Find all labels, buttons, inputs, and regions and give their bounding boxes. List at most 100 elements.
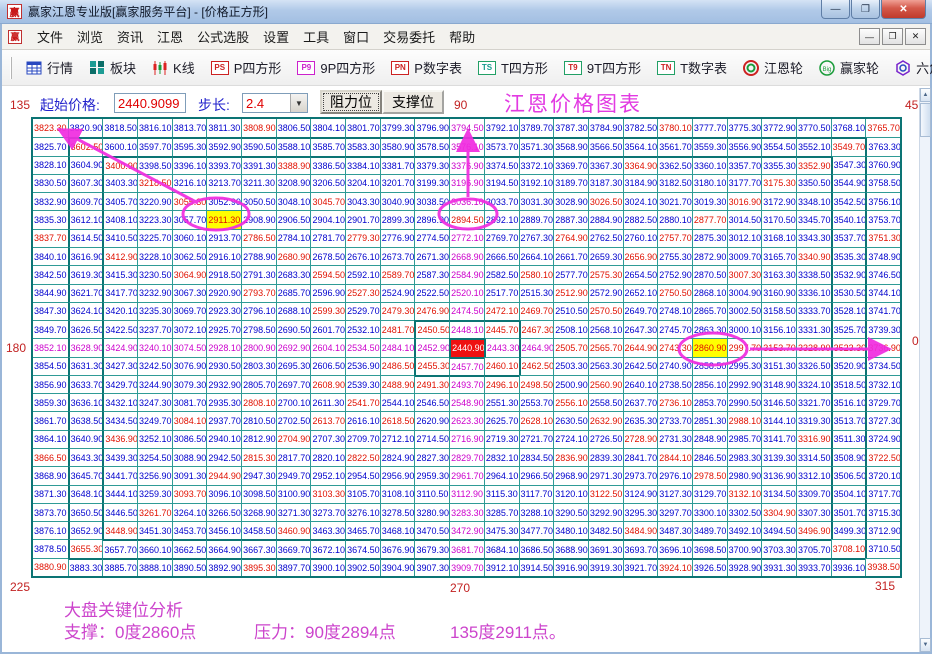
- price-cell[interactable]: 3381.70: [380, 156, 415, 174]
- price-cell[interactable]: 3420.10: [102, 302, 137, 320]
- price-cell[interactable]: 2817.70: [276, 448, 311, 466]
- price-cell[interactable]: 3156.10: [761, 320, 796, 338]
- price-cell[interactable]: 3206.50: [310, 174, 345, 192]
- menu-window[interactable]: 窗口: [336, 24, 376, 49]
- price-cell[interactable]: 3475.30: [484, 521, 519, 539]
- price-cell[interactable]: 3715.30: [865, 503, 900, 521]
- price-cell[interactable]: 3921.70: [623, 558, 658, 576]
- price-cell[interactable]: 2565.70: [588, 338, 623, 356]
- price-cell[interactable]: 2956.90: [380, 466, 415, 484]
- toolbar-9t-square[interactable]: T9 9T四方形: [556, 58, 649, 77]
- price-cell[interactable]: 2964.10: [484, 466, 519, 484]
- price-cell[interactable]: 3362.50: [657, 156, 692, 174]
- price-cell[interactable]: 3902.50: [345, 558, 380, 576]
- price-cell[interactable]: 2656.90: [623, 247, 658, 265]
- price-cell[interactable]: 2980.90: [727, 466, 762, 484]
- price-cell[interactable]: 2445.70: [484, 320, 519, 338]
- price-cell[interactable]: 3912.10: [484, 558, 519, 576]
- price-cell[interactable]: 2877.70: [692, 210, 727, 228]
- price-cell[interactable]: 3237.70: [137, 320, 172, 338]
- price-cell[interactable]: 2604.10: [310, 338, 345, 356]
- price-cell[interactable]: 2923.30: [206, 302, 241, 320]
- price-cell[interactable]: 3175.30: [761, 174, 796, 192]
- price-cell[interactable]: 3026.50: [588, 192, 623, 210]
- price-cell[interactable]: 3216.10: [172, 174, 207, 192]
- price-cell[interactable]: 2671.30: [414, 247, 449, 265]
- price-cell[interactable]: 2532.10: [345, 320, 380, 338]
- price-cell[interactable]: 3768.10: [831, 119, 866, 137]
- price-cell[interactable]: 2481.70: [380, 320, 415, 338]
- price-cell[interactable]: 2851.30: [692, 411, 727, 429]
- price-cell[interactable]: 3859.30: [33, 393, 68, 411]
- price-cell[interactable]: 3194.50: [484, 174, 519, 192]
- price-cell[interactable]: 3067.30: [172, 284, 207, 302]
- price-cell[interactable]: 3393.70: [206, 156, 241, 174]
- price-cell[interactable]: 2728.90: [623, 430, 658, 448]
- price-cell[interactable]: 2690.50: [276, 320, 311, 338]
- price-cell[interactable]: 3458.50: [241, 521, 276, 539]
- price-cell[interactable]: 3518.50: [831, 375, 866, 393]
- price-cell[interactable]: 2848.90: [692, 430, 727, 448]
- price-cell[interactable]: 3021.70: [657, 192, 692, 210]
- price-cell[interactable]: 2676.10: [345, 247, 380, 265]
- price-cell[interactable]: 3849.70: [33, 320, 68, 338]
- price-cell[interactable]: 3907.30: [414, 558, 449, 576]
- price-cell[interactable]: 2553.70: [519, 393, 554, 411]
- price-cell[interactable]: 3729.70: [865, 393, 900, 411]
- price-cell[interactable]: 2781.70: [310, 229, 345, 247]
- price-cell[interactable]: 3765.70: [865, 119, 900, 137]
- price-cell[interactable]: 3792.10: [484, 119, 519, 137]
- price-cell[interactable]: 3453.70: [172, 521, 207, 539]
- price-cell[interactable]: 2944.90: [206, 466, 241, 484]
- price-cell[interactable]: 3919.30: [588, 558, 623, 576]
- price-cell[interactable]: 2498.50: [519, 375, 554, 393]
- price-cell[interactable]: 2884.90: [588, 210, 623, 228]
- vertical-scrollbar[interactable]: ▲ ▼: [919, 88, 930, 652]
- price-cell[interactable]: 2904.10: [310, 210, 345, 228]
- price-cell[interactable]: 3820.90: [68, 119, 103, 137]
- price-cell[interactable]: 2805.70: [241, 375, 276, 393]
- price-cell[interactable]: 3616.90: [68, 247, 103, 265]
- price-cell[interactable]: 3650.50: [68, 503, 103, 521]
- price-cell[interactable]: 2637.70: [623, 393, 658, 411]
- price-cell[interactable]: 3895.30: [241, 558, 276, 576]
- price-cell[interactable]: 3760.90: [865, 156, 900, 174]
- price-cell[interactable]: 3780.10: [657, 119, 692, 137]
- price-cell[interactable]: 2911.30: [206, 210, 241, 228]
- price-cell[interactable]: 2846.50: [692, 448, 727, 466]
- price-cell[interactable]: 2983.30: [727, 448, 762, 466]
- price-cell[interactable]: 3340.90: [796, 247, 831, 265]
- price-cell[interactable]: 3787.30: [553, 119, 588, 137]
- price-cell[interactable]: 3170.50: [761, 210, 796, 228]
- price-cell[interactable]: 3240.10: [137, 338, 172, 356]
- price-cell[interactable]: 2496.10: [484, 375, 519, 393]
- price-cell[interactable]: 3324.10: [796, 375, 831, 393]
- price-cell[interactable]: 2512.90: [553, 284, 588, 302]
- price-cell[interactable]: 3844.90: [33, 284, 68, 302]
- price-cell[interactable]: 3014.50: [727, 210, 762, 228]
- price-cell[interactable]: 3422.50: [102, 320, 137, 338]
- price-cell[interactable]: 2930.50: [206, 357, 241, 375]
- price-cell[interactable]: 3273.70: [310, 503, 345, 521]
- price-cell[interactable]: 3624.10: [68, 302, 103, 320]
- price-cell[interactable]: 3801.70: [345, 119, 380, 137]
- price-cell[interactable]: 3837.70: [33, 229, 68, 247]
- price-cell[interactable]: 3744.10: [865, 284, 900, 302]
- price-cell[interactable]: 3578.50: [414, 137, 449, 155]
- price-cell[interactable]: 3451.30: [137, 521, 172, 539]
- price-cell[interactable]: 3645.70: [68, 466, 103, 484]
- price-cell[interactable]: 3794.50: [449, 119, 484, 137]
- price-cell[interactable]: 2954.50: [345, 466, 380, 484]
- price-cell[interactable]: 3537.70: [831, 229, 866, 247]
- price-cell[interactable]: 3136.90: [761, 466, 796, 484]
- price-cell[interactable]: 3535.30: [831, 247, 866, 265]
- price-cell[interactable]: 3892.90: [206, 558, 241, 576]
- price-cell[interactable]: 3184.90: [623, 174, 658, 192]
- price-cell[interactable]: 3828.10: [33, 156, 68, 174]
- price-cell[interactable]: 2808.10: [241, 393, 276, 411]
- price-cell[interactable]: 3700.90: [727, 539, 762, 557]
- price-cell[interactable]: 2587.30: [414, 265, 449, 283]
- price-cell[interactable]: 3614.50: [68, 229, 103, 247]
- price-cell[interactable]: 3062.50: [172, 247, 207, 265]
- price-cell[interactable]: 3604.90: [68, 156, 103, 174]
